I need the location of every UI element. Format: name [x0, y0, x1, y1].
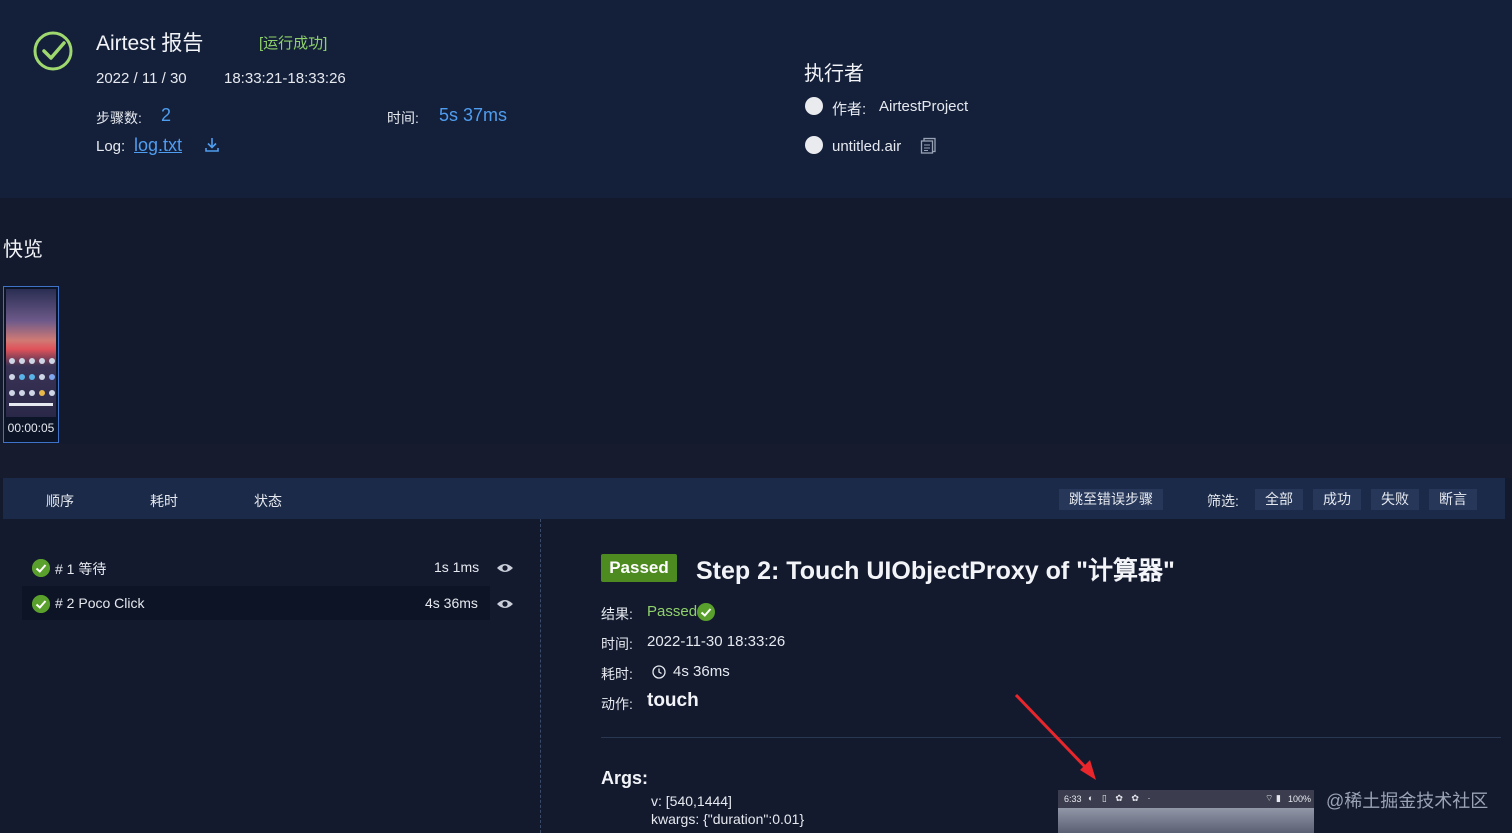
log-label: Log:	[96, 138, 126, 155]
clock-icon	[652, 665, 666, 679]
arg-kwargs: kwargs: {"duration":0.01}	[651, 811, 805, 827]
filter-label: 筛选:	[1207, 493, 1239, 509]
action-value: touch	[647, 690, 699, 711]
step-duration: 1s 1ms	[434, 559, 480, 575]
arg-v: v: [540,1444]	[651, 793, 732, 809]
screenshot-status-bar: 6:33 ◐ ▯ ✿ ✿ · ⌔ ▮ 100%	[1058, 790, 1314, 808]
list-divider	[540, 519, 541, 833]
duration-label: 时间:	[387, 110, 419, 126]
result-label: 结果:	[601, 606, 633, 622]
pass-check-icon	[697, 603, 715, 621]
script-avatar	[805, 136, 823, 154]
report-time-range: 18:33:21-18:33:26	[224, 70, 346, 87]
time-label: 时间:	[601, 636, 633, 652]
success-check-icon	[33, 31, 73, 71]
step-row-1[interactable]: # 1 等待 1s 1ms	[22, 550, 490, 584]
duration-label: 耗时:	[601, 666, 633, 682]
executor-title: 执行者	[804, 63, 864, 85]
pass-check-icon	[32, 559, 50, 577]
action-label: 动作:	[601, 696, 633, 712]
wifi-icon: ⌔ ▮	[1265, 793, 1281, 803]
steps-count: 2	[161, 105, 172, 125]
author-label: 作者:	[832, 101, 867, 118]
report-date: 2022 / 11 / 30	[96, 70, 187, 87]
author-name: AirtestProject	[879, 98, 969, 115]
time-value: 2022-11-30 18:33:26	[647, 633, 786, 650]
filter-all-button[interactable]: 全部	[1255, 489, 1303, 510]
filter-success-button[interactable]: 成功	[1313, 489, 1361, 510]
run-status: [运行成功]	[259, 35, 328, 52]
quick-view-section	[0, 198, 1512, 448]
step-detail-title: Step 2: Touch UIObjectProxy of "计算器"	[696, 557, 1175, 585]
app-icons-grid	[9, 358, 55, 406]
total-duration: 5s 37ms	[439, 105, 508, 125]
report-header	[0, 0, 1512, 198]
screenshot-status-time: 6:33	[1064, 794, 1082, 804]
author-avatar	[805, 97, 823, 115]
quick-view-title: 快览	[3, 239, 43, 261]
duration-value: 4s 36ms	[673, 663, 730, 680]
status-icons: ◐ ▯ ✿ ✿ ·	[1088, 793, 1154, 803]
args-title: Args:	[601, 768, 649, 788]
step-name: # 1 等待	[55, 561, 107, 577]
step-name: # 2 Poco Click	[55, 595, 145, 611]
filter-fail-button[interactable]: 失败	[1371, 489, 1419, 510]
passed-badge: Passed	[601, 554, 677, 582]
log-file-link[interactable]: log.txt	[134, 135, 182, 156]
watermark: @稀土掘金技术社区	[1326, 791, 1489, 811]
eye-icon[interactable]	[496, 562, 514, 574]
thumbnail-screen	[6, 289, 56, 417]
filter-assert-button[interactable]: 断言	[1429, 489, 1477, 510]
thumbnail-time: 00:00:05	[7, 421, 55, 435]
section-divider	[0, 444, 1512, 478]
step-duration: 4s 36ms	[425, 595, 478, 611]
sort-by-time[interactable]: 耗时	[150, 491, 178, 511]
copy-icon[interactable]	[920, 137, 937, 154]
pass-check-icon	[32, 595, 50, 613]
red-arrow-annotation	[1014, 693, 1096, 780]
screenshot-battery: 100%	[1288, 794, 1312, 804]
download-icon[interactable]	[204, 137, 220, 153]
sort-by-order[interactable]: 顺序	[46, 491, 74, 511]
step-row-2[interactable]: # 2 Poco Click 4s 36ms	[22, 586, 490, 620]
report-title: Airtest 报告	[96, 32, 204, 55]
script-name: untitled.air	[832, 138, 902, 155]
sort-by-status[interactable]: 状态	[254, 491, 282, 511]
steps-label: 步骤数:	[96, 110, 142, 126]
jump-to-error-button[interactable]: 跳至错误步骤	[1059, 489, 1163, 510]
step-screenshot[interactable]: 6:33 ◐ ▯ ✿ ✿ · ⌔ ▮ 100%	[1058, 790, 1314, 833]
result-value: Passed	[647, 603, 698, 620]
eye-icon[interactable]	[496, 598, 514, 610]
quick-view-thumbnail[interactable]: 00:00:05	[3, 286, 59, 443]
